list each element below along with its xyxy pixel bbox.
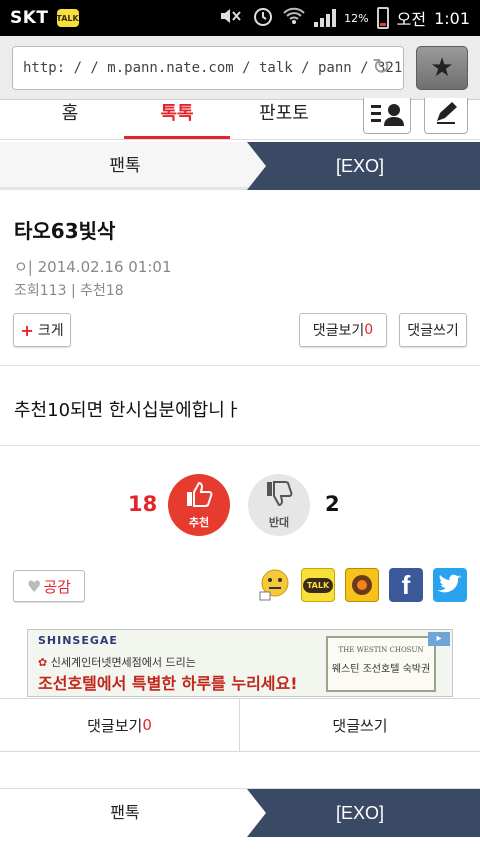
view-comments-label: 댓글보기 — [312, 323, 365, 339]
user-list-icon — [369, 101, 405, 131]
heart-icon: ♥ — [27, 576, 42, 596]
thumbs-up-icon — [184, 480, 214, 512]
enlarge-label: 크게 — [37, 323, 64, 339]
time-ampm: 오전 — [396, 10, 427, 29]
write-comment-button[interactable]: 댓글쓰기 — [399, 313, 467, 347]
facebook-share-icon[interactable]: f — [389, 568, 423, 602]
bottom-breadcrumb-category[interactable]: 팬톡 — [0, 789, 250, 837]
mute-icon — [218, 6, 244, 30]
bottom-write-comment-button[interactable]: 댓글쓰기 — [240, 698, 480, 752]
ad-card-hotel: THE WESTIN CHOSUN — [338, 646, 424, 654]
kakaotalk-notification-icon: TALK — [56, 9, 79, 27]
alarm-icon — [252, 5, 274, 31]
enlarge-text-button[interactable]: + 크게 — [13, 313, 71, 347]
empathy-label: 공감 — [43, 577, 71, 596]
upvote-button[interactable]: 추천 — [168, 474, 230, 536]
upvote-label: 추천 — [188, 516, 210, 529]
ad-banner[interactable]: SHINSEGAE ✿ 신세계인터넷면세점에서 드리는 조선호텔에서 특별한 하… — [27, 629, 453, 697]
downvote-button[interactable]: 반대 — [248, 474, 310, 536]
bottom-breadcrumb-board[interactable]: [EXO] — [300, 789, 420, 837]
write-comment-label: 댓글쓰기 — [407, 323, 459, 339]
kakaotalk-share-icon[interactable]: TALK — [301, 568, 335, 602]
carrier-name: SKT — [10, 8, 49, 28]
breadcrumb-board[interactable]: [EXO] — [300, 142, 420, 190]
downvote-label: 반대 — [268, 516, 290, 529]
wifi-icon — [282, 6, 306, 30]
bottom-view-comments-button[interactable]: 댓글보기 0 — [0, 698, 240, 752]
clock: 1:01 — [434, 8, 470, 28]
upvote-count: 18 — [128, 492, 158, 516]
spacer — [0, 752, 480, 788]
signal-icon — [314, 9, 337, 27]
breadcrumb-category[interactable]: 팬톡 — [0, 142, 250, 190]
write-button[interactable] — [424, 98, 468, 134]
bottom-view-comments-label: 댓글보기 — [87, 716, 143, 735]
view-comments-button[interactable]: 댓글보기 0 — [299, 313, 387, 347]
bottom-write-comment-label: 댓글쓰기 — [332, 716, 388, 735]
bookmark-button[interactable]: ★ — [416, 46, 468, 90]
empathy-button[interactable]: ♥ 공감 — [13, 570, 85, 602]
post-date: ㅇ| 2014.02.16 01:01 — [14, 258, 172, 276]
downvote-count: 2 — [325, 492, 340, 516]
ad-headline: 조선호텔에서 특별한 하루를 누리세요! — [38, 674, 298, 693]
bottom-breadcrumb: 팬톡 [EXO] — [0, 788, 480, 837]
ad-voucher-card: THE WESTIN CHOSUN 웨스틴 조선호텔 숙박권 — [326, 636, 436, 692]
post-body: 추천10되면 한시십분에합니ㅏ — [14, 400, 242, 421]
battery-percent: 12% — [344, 11, 369, 25]
tab-photo[interactable]: 판포토 — [234, 100, 334, 140]
active-tab-indicator — [124, 136, 230, 139]
kakaotalk-label: TALK — [302, 577, 334, 593]
tab-talk[interactable]: 톡톡 — [124, 100, 230, 140]
bottom-comment-count: 0 — [142, 716, 152, 734]
pencil-icon — [433, 101, 459, 131]
star-icon: ★ — [430, 53, 454, 83]
battery-icon — [376, 7, 389, 29]
ad-subtitle: ✿ 신세계인터넷면세점에서 드리는 — [38, 656, 196, 669]
divider — [0, 365, 480, 366]
tab-home[interactable]: 홈 — [20, 100, 120, 140]
recommend-count: 18 — [105, 283, 124, 299]
ad-info-icon[interactable]: ▸ — [428, 632, 450, 646]
post-stats: 조회113 | 추천18 — [14, 283, 124, 299]
kakaostory-share-icon[interactable] — [345, 568, 379, 602]
views-count: 113 — [39, 283, 67, 299]
ad-brand: SHINSEGAE — [38, 634, 118, 647]
browser-toolbar: http: / / m.pann.nate.com / talk / pann … — [0, 36, 480, 100]
divider — [0, 445, 480, 446]
ad-card-voucher: 웨스틴 조선호텔 숙박권 — [331, 664, 431, 675]
plus-icon: + — [20, 320, 34, 340]
thumbs-down-icon — [264, 480, 294, 512]
status-bar: SKT TALK 12% 오전 1:01 — [0, 0, 480, 36]
views-label: 조회 — [14, 283, 40, 299]
comment-count: 0 — [364, 322, 374, 338]
emoticon-icon[interactable] — [258, 568, 292, 602]
breadcrumb: 팬톡 [EXO] — [0, 142, 480, 190]
recommend-label: 추천 — [80, 283, 106, 299]
address-bar[interactable]: http: / / m.pann.nate.com / talk / pann … — [12, 46, 404, 90]
reload-icon[interactable]: ↻ — [372, 57, 390, 79]
twitter-share-icon[interactable] — [433, 568, 467, 602]
post-title: 타오63빛삭 — [14, 219, 116, 243]
profile-button[interactable] — [363, 98, 411, 134]
